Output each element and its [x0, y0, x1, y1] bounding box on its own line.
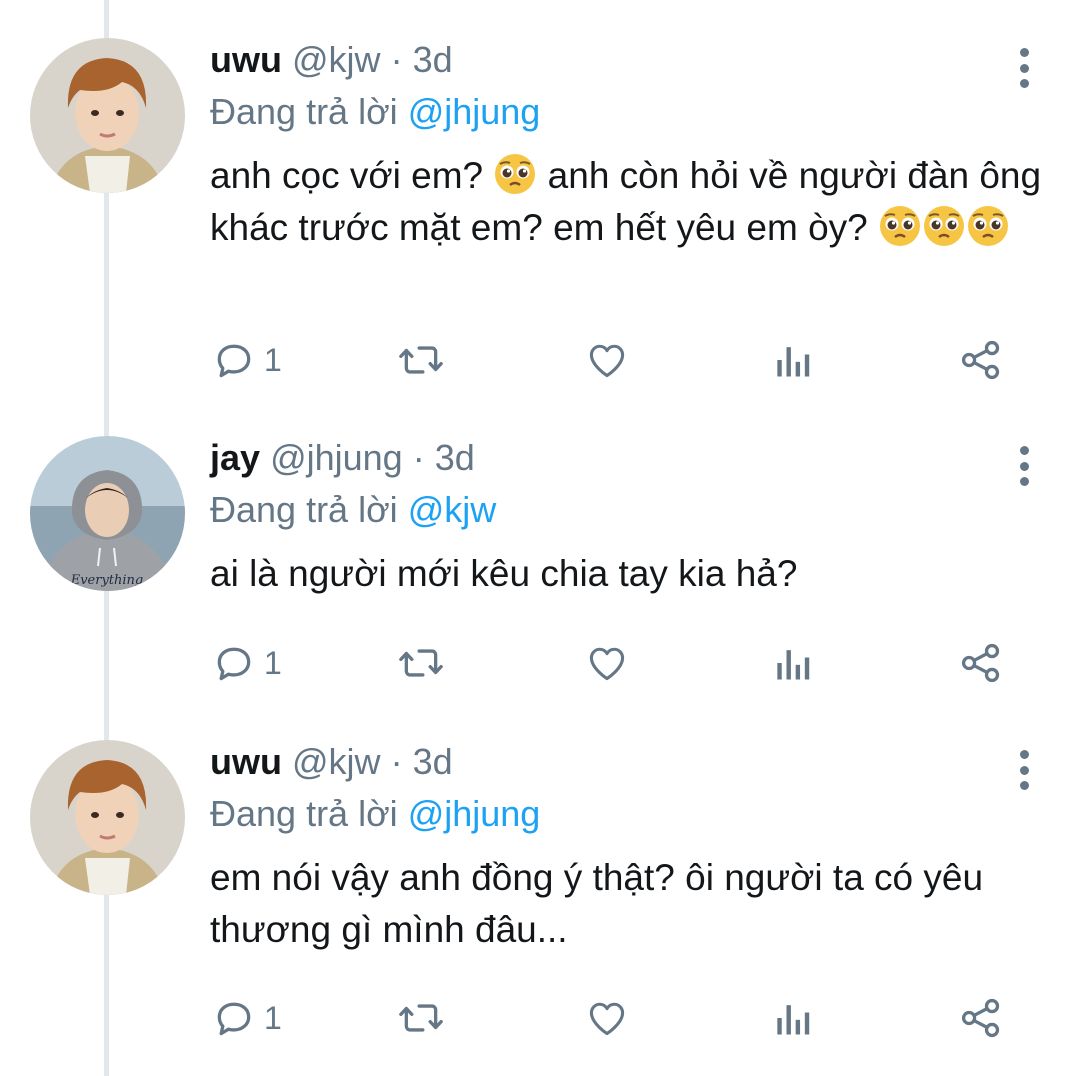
user-handle[interactable]: @kjw — [292, 39, 381, 80]
share-button[interactable] — [958, 638, 1004, 688]
reply-count: 1 — [264, 341, 282, 378]
tweet-actions: 1 — [212, 638, 1012, 688]
user-handle[interactable]: @jhjung — [270, 437, 403, 478]
tweet-text: em nói vậy anh đồng ý thật? ôi người ta … — [210, 857, 984, 950]
analytics-button[interactable] — [772, 993, 812, 1043]
tweet-header: jay @jhjung · 3d — [210, 436, 475, 480]
replying-to: Đang trả lời @jhjung — [210, 90, 540, 134]
heart-icon — [589, 344, 625, 378]
pleading-face-emoji — [495, 154, 536, 194]
separator-dot: · — [412, 437, 425, 478]
timestamp[interactable]: 3d — [413, 741, 453, 782]
share-icon — [961, 643, 1000, 683]
separator-dot: · — [390, 741, 403, 782]
retweet-button[interactable] — [397, 993, 445, 1043]
tweet-text-part: anh cọc với em? — [210, 155, 494, 196]
retweet-button[interactable] — [397, 638, 445, 688]
more-vertical-icon[interactable] — [1012, 748, 1036, 792]
like-button[interactable] — [584, 638, 630, 688]
retweet-icon — [399, 346, 443, 374]
separator-dot: · — [390, 39, 403, 80]
tweet-header: uwu @kjw · 3d — [210, 740, 453, 784]
tweet[interactable]: uwu @kjw · 3d Đang trả lời @jhjung em nó… — [0, 740, 1080, 1060]
display-name[interactable]: uwu — [210, 741, 282, 782]
more-vertical-icon[interactable] — [1012, 46, 1036, 90]
analytics-icon — [777, 650, 810, 680]
pleading-face-emoji — [968, 206, 1009, 246]
retweet-icon — [399, 649, 443, 677]
replying-to: Đang trả lời @jhjung — [210, 792, 540, 836]
display-name[interactable]: uwu — [210, 39, 282, 80]
replying-to-label: Đang trả lời — [210, 91, 398, 132]
analytics-button[interactable] — [772, 638, 812, 688]
tweet-text: ai là người mới kêu chia tay kia hả? — [210, 553, 798, 594]
replying-to-label: Đang trả lời — [210, 793, 398, 834]
mention-link[interactable]: @jhjung — [408, 91, 541, 132]
reply-icon — [217, 344, 251, 378]
replying-to: Đang trả lời @kjw — [210, 488, 496, 532]
mention-link[interactable]: @kjw — [408, 489, 497, 530]
analytics-icon — [777, 1005, 810, 1035]
reply-count: 1 — [264, 999, 282, 1036]
heart-icon — [589, 1002, 625, 1036]
avatar[interactable]: Everything — [30, 436, 185, 591]
reply-button[interactable]: 1 — [212, 638, 282, 688]
tweet-header: uwu @kjw · 3d — [210, 38, 453, 82]
tweet-actions: 1 — [212, 335, 1012, 385]
reply-count: 1 — [264, 644, 282, 681]
like-button[interactable] — [584, 993, 630, 1043]
avatar-shirt-print: Everything — [70, 573, 144, 588]
tweet[interactable]: Everything jay @jhjung · 3d Đang trả lời… — [0, 436, 1080, 696]
tweet-text: anh cọc với em? anh còn hỏi về người đàn… — [210, 150, 1050, 254]
mention-link[interactable]: @jhjung — [408, 793, 541, 834]
timestamp[interactable]: 3d — [413, 39, 453, 80]
reply-button[interactable]: 1 — [212, 335, 282, 385]
share-icon — [961, 340, 1000, 380]
tweet-actions: 1 — [212, 993, 1012, 1043]
pleading-face-emoji — [924, 206, 965, 246]
more-vertical-icon[interactable] — [1012, 444, 1036, 488]
share-icon — [961, 998, 1000, 1038]
display-name[interactable]: jay — [210, 437, 260, 478]
tweet[interactable]: uwu @kjw · 3d Đang trả lời @jhjung anh c… — [0, 38, 1080, 398]
heart-icon — [589, 647, 625, 681]
share-button[interactable] — [958, 993, 1004, 1043]
avatar[interactable] — [30, 740, 185, 895]
timestamp[interactable]: 3d — [435, 437, 475, 478]
reply-icon — [217, 647, 251, 681]
like-button[interactable] — [584, 335, 630, 385]
pleading-face-emoji — [880, 206, 921, 246]
reply-icon — [217, 1002, 251, 1036]
avatar[interactable] — [30, 38, 185, 193]
user-handle[interactable]: @kjw — [292, 741, 381, 782]
analytics-button[interactable] — [772, 335, 812, 385]
analytics-icon — [777, 347, 810, 377]
replying-to-label: Đang trả lời — [210, 489, 398, 530]
retweet-icon — [399, 1004, 443, 1032]
share-button[interactable] — [958, 335, 1004, 385]
retweet-button[interactable] — [397, 335, 445, 385]
reply-button[interactable]: 1 — [212, 993, 282, 1043]
